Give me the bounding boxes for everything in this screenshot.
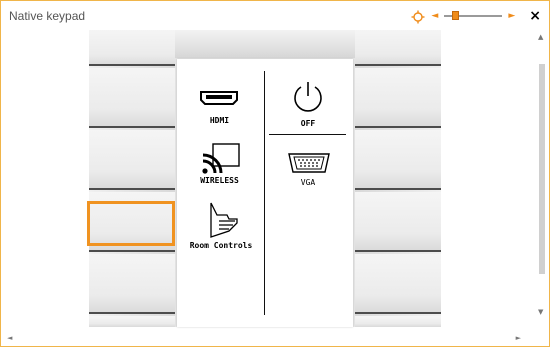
zoom-out-arrow-icon[interactable]: ◄ [431,11,438,21]
keypad-key-left-1[interactable] [89,30,175,66]
off-label: OFF [300,119,316,128]
window-title: Native keypad [9,9,86,23]
key-edge [89,126,175,128]
vertical-scrollbar[interactable]: ▲ ▼ [535,30,549,332]
vga-label: VGA [300,178,316,187]
scroll-right-arrow-icon[interactable]: ► [516,334,521,342]
zoom-slider[interactable] [444,10,503,22]
key-edge [355,312,441,314]
hdmi-label: HDMI [209,116,230,125]
native-keypad-window: Native keypad ◄ ► × HDMI WIRELESS Room C… [0,0,550,347]
panel-horizontal-divider [269,134,346,135]
vga-icon [288,153,330,173]
scroll-down-arrow-icon[interactable]: ▼ [538,308,543,316]
keypad-key-right-2[interactable] [355,68,441,128]
vertical-scroll-thumb[interactable] [539,64,545,274]
key-edge [89,64,175,66]
panel-vertical-divider [264,71,265,315]
key-edge [355,126,441,128]
key-edge [89,312,175,314]
keypad-key-right-1[interactable] [355,30,441,66]
power-icon [294,82,322,112]
key-edge [355,64,441,66]
keypad-key-right-3[interactable] [355,130,441,190]
key-edge [355,250,441,252]
keypad-key-left-5[interactable] [89,254,175,314]
keypad-top-bevel [175,30,355,58]
key-edge [355,188,441,190]
close-button[interactable]: × [529,9,541,23]
keypad-key-left-3[interactable] [89,130,175,190]
zoom-slider-thumb[interactable] [452,11,460,20]
key-edge [89,188,175,190]
keypad-center-panel: HDMI WIRELESS Room Controls OFF VGA [177,59,353,327]
keypad-key-right-6[interactable] [355,316,441,327]
scroll-left-arrow-icon[interactable]: ◄ [7,334,12,342]
hand-pointer-icon [210,202,238,238]
keypad-key-left-2[interactable] [89,68,175,128]
scroll-up-arrow-icon[interactable]: ▲ [538,33,543,41]
wireless-icon [202,143,240,174]
keypad-key-right-5[interactable] [355,254,441,314]
wireless-label: WIRELESS [200,176,239,185]
room-controls-label: Room Controls [189,241,253,250]
zoom-in-arrow-icon[interactable]: ► [508,11,515,21]
key-edge [89,250,175,252]
keypad-key-right-4[interactable] [355,192,441,252]
hdmi-icon [200,91,238,105]
selected-key-highlight[interactable] [87,201,175,246]
horizontal-scrollbar[interactable]: ◄ ► [1,332,549,346]
fit-to-window-icon[interactable] [411,9,425,24]
titlebar-toolbar: ◄ ► × [411,7,541,25]
keypad-key-left-6[interactable] [89,316,175,327]
